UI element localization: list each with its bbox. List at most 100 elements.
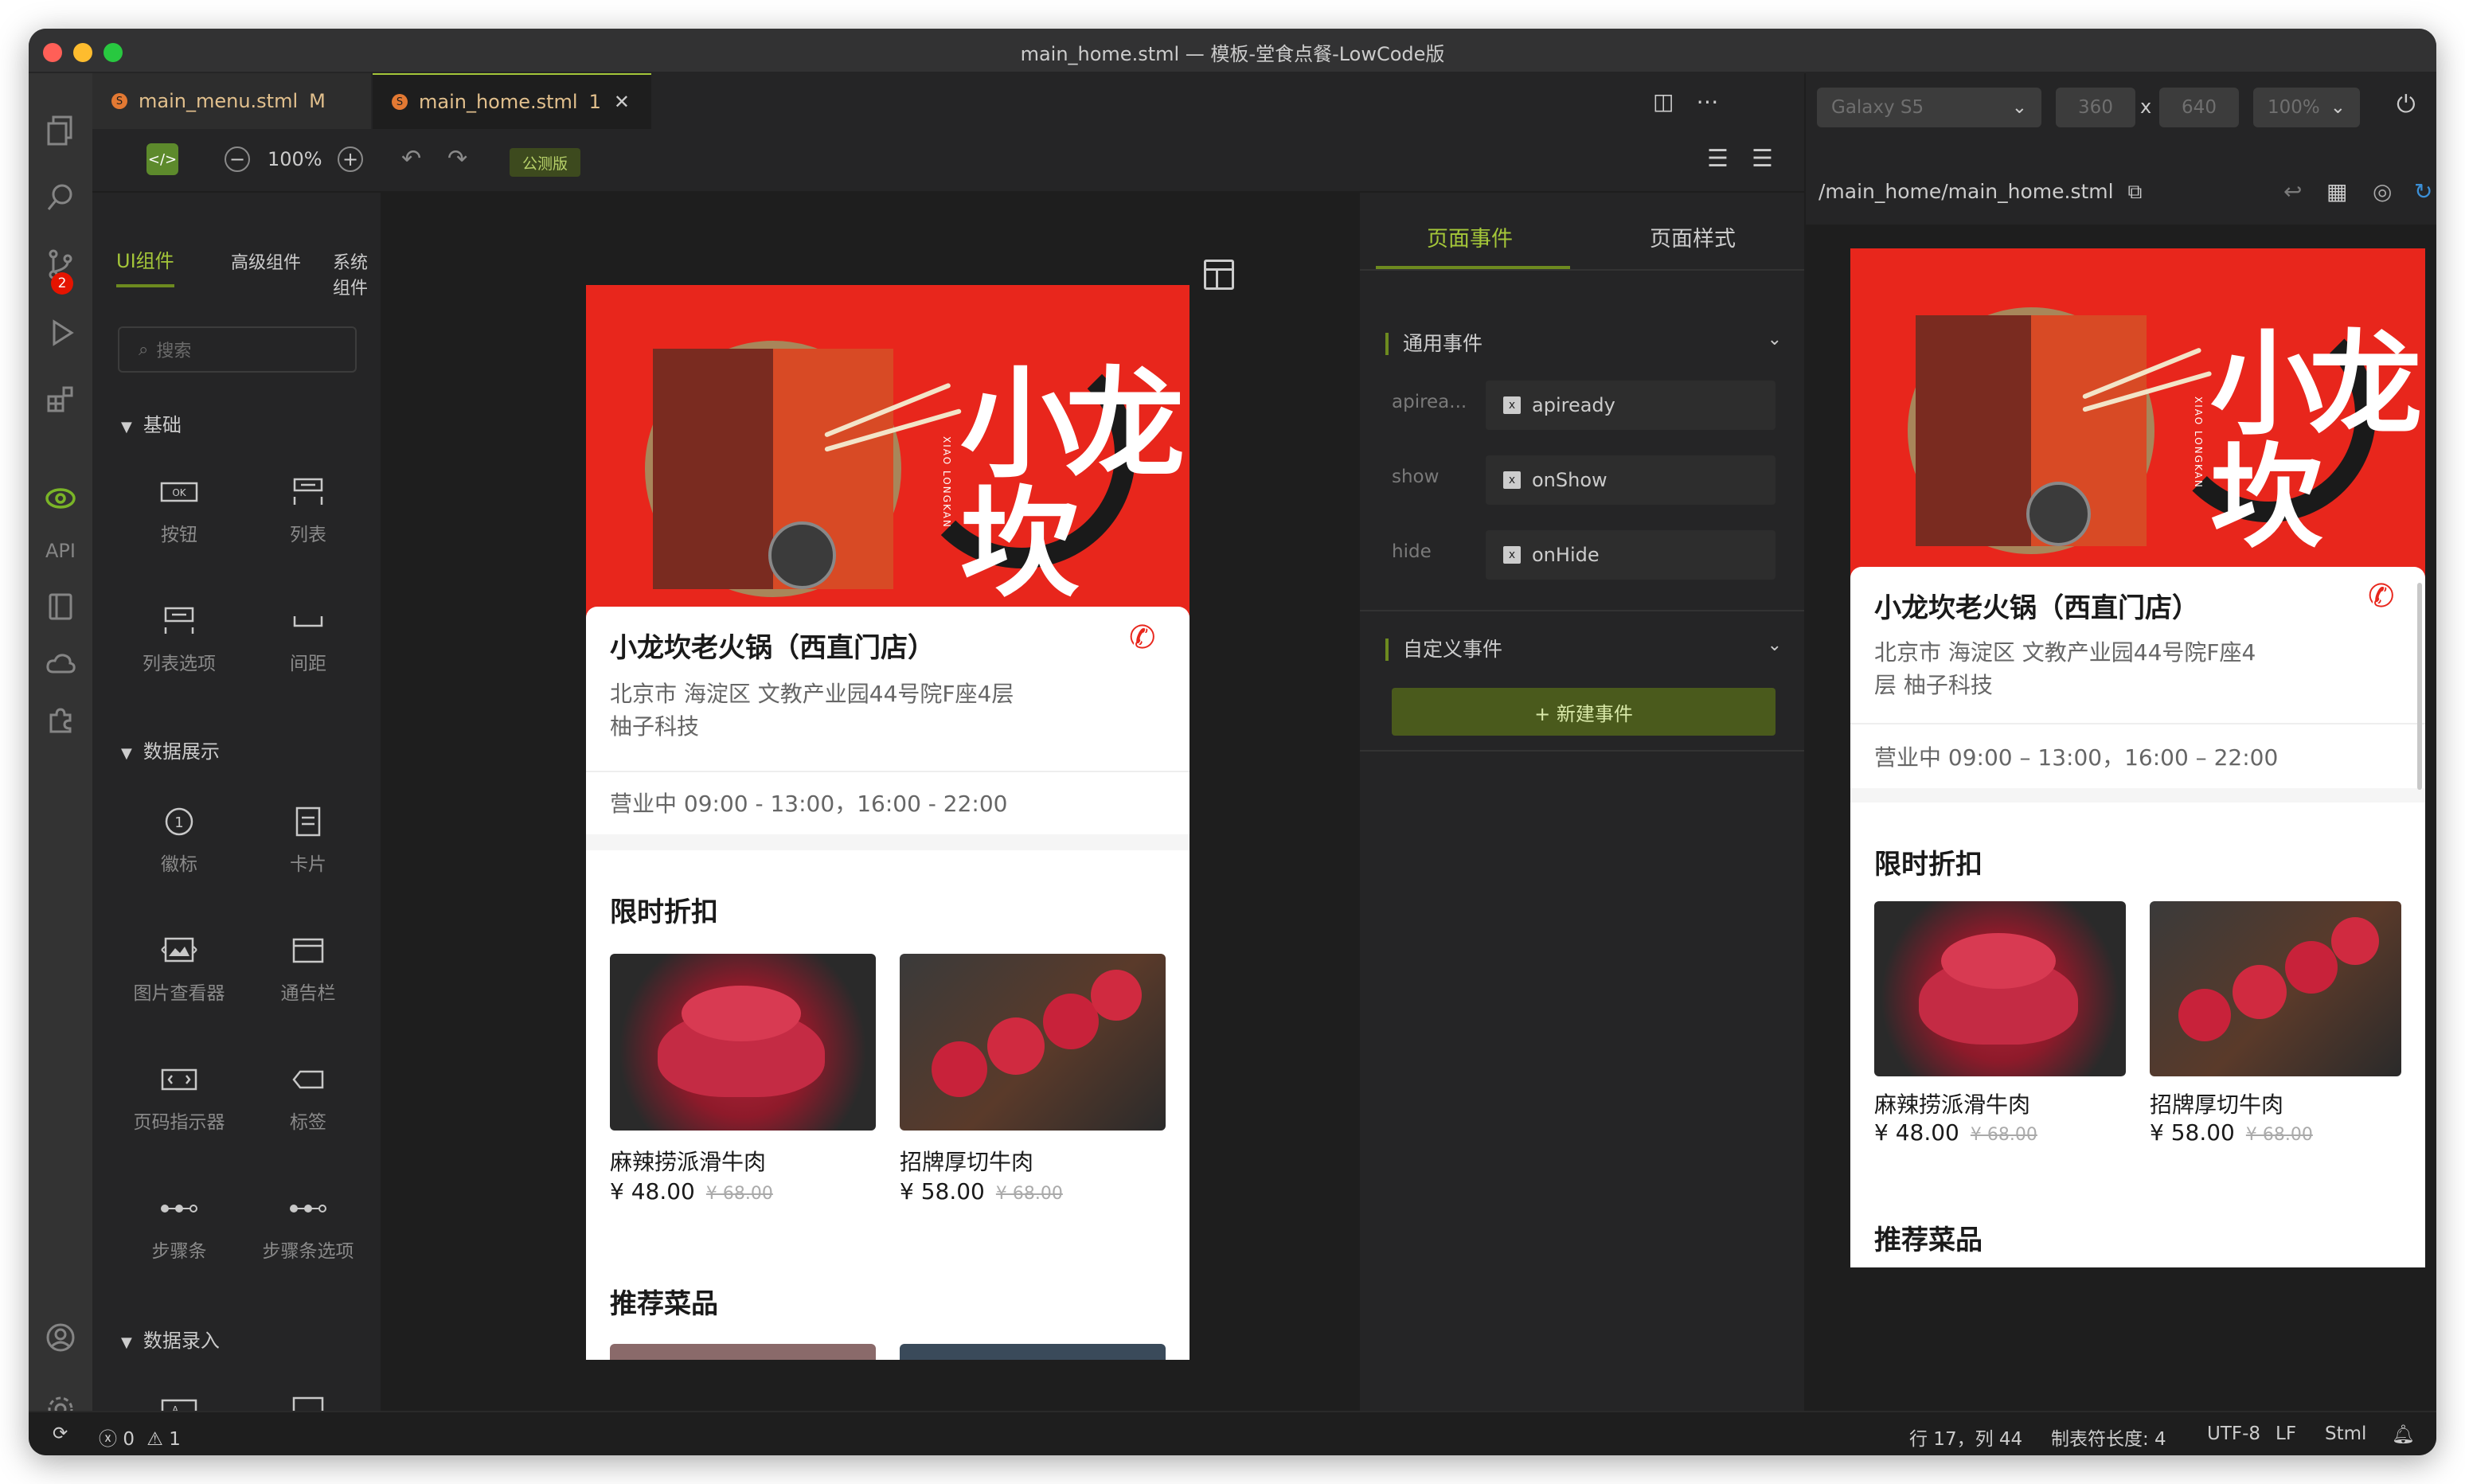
problems-indicator[interactable]: ⓧ 0 ⚠ 1 (99, 1423, 181, 1451)
component-spacer[interactable]: 间距 (248, 605, 368, 675)
component-card[interactable]: 卡片 (248, 806, 368, 876)
encoding[interactable]: UTF-8 (2207, 1423, 2260, 1444)
align-left-icon[interactable]: ☰ (1707, 145, 1729, 173)
shop-info-card[interactable]: 小龙坎老火锅（西直门店） ✆ 北京市 海淀区 文教产业园44号院F座4层 柚子科技… (586, 607, 1190, 834)
section-data-display[interactable]: ▼ 数据展示 (121, 736, 220, 763)
tab-label: main_menu.stml (139, 90, 299, 112)
redo-icon[interactable]: ↷ (447, 145, 467, 173)
dish-price: ¥ 58.00 ¥ 68.00 (900, 1178, 1063, 1205)
tab-size[interactable]: 制表符长度: 4 (2051, 1423, 2166, 1451)
target-icon[interactable]: ◎ (2373, 178, 2392, 205)
split-editor-icon[interactable]: ◫ (1653, 88, 1674, 115)
design-canvas[interactable]: 小龙坎 XIAO LONGKAN 小龙坎老火锅（西直门店） ✆ 北京市 海淀区 … (381, 193, 1358, 1411)
shop-banner: 小龙坎 XIAO LONGKAN (1850, 248, 2425, 583)
component-notice-bar[interactable]: 通告栏 (248, 935, 368, 1005)
event-value-apiready[interactable]: x apiready (1486, 381, 1776, 430)
more-actions-icon[interactable]: ⋯ (1696, 88, 1718, 115)
phone-call-icon[interactable]: ✆ (2368, 578, 2395, 615)
brand-romanized: XIAO LONGKAN (941, 436, 952, 529)
section-data-input[interactable]: ▼ 数据录入 (121, 1325, 220, 1353)
cloud-icon[interactable] (45, 648, 76, 680)
tab-main-home[interactable]: S main_home.stml 1 ✕ (373, 73, 651, 129)
undo-icon[interactable]: ↶ (401, 145, 421, 173)
qr-code-icon[interactable]: ▦ (2326, 178, 2347, 205)
close-tab-icon[interactable]: ✕ (614, 91, 630, 113)
extensions-icon[interactable] (45, 384, 76, 416)
zoom-out-button[interactable]: − (225, 146, 250, 172)
editor-toolbar: </> − 100% + ↶ ↷ 公测版 ☰ ☰ (92, 129, 1804, 193)
dish-name: 麻辣捞派滑牛肉 (1874, 1092, 2031, 1118)
custom-events-header[interactable]: 自定义事件 (1385, 639, 1502, 661)
component-steps[interactable]: 步骤条 (119, 1193, 239, 1263)
dish-price: ¥ 48.00 ¥ 68.00 (1874, 1119, 2037, 1146)
svg-text:OK: OK (172, 487, 186, 498)
api-label[interactable]: API (29, 540, 92, 562)
tab-page-styles[interactable]: 页面样式 (1650, 221, 1736, 252)
component-list[interactable]: 列表 (248, 476, 368, 546)
phone-call-icon[interactable]: ✆ (1129, 619, 1156, 656)
code-view-icon[interactable]: </> (146, 143, 178, 175)
tab-main-menu[interactable]: S main_menu.stml M (92, 73, 371, 129)
device-select[interactable]: Galaxy S5 ⌄ (1817, 88, 2041, 127)
status-bar: ⟳ ⓧ 0 ⚠ 1 行 17，列 44 制表符长度: 4 UTF-8 LF St… (29, 1411, 2436, 1455)
component-tag[interactable]: 标签 (248, 1064, 368, 1134)
component-input[interactable]: A (119, 1393, 239, 1420)
plugin-icon[interactable] (45, 704, 76, 736)
preview-eye-icon[interactable] (45, 482, 76, 514)
notifications-bell-icon[interactable]: 🔔︎ (2392, 1423, 2415, 1445)
tab-advanced-components[interactable]: 高级组件 (231, 248, 301, 285)
general-events-header[interactable]: 通用事件 (1385, 333, 1483, 355)
tab-page-events[interactable]: 页面事件 (1427, 221, 1513, 252)
tab-system-components[interactable]: 系统组件 (333, 248, 381, 310)
phone-design-view[interactable]: 小龙坎 XIAO LONGKAN 小龙坎老火锅（西直门店） ✆ 北京市 海淀区 … (586, 285, 1190, 1360)
dish-image-thick-beef[interactable] (900, 954, 1166, 1131)
component-step-item[interactable]: 步骤条选项 (248, 1193, 368, 1263)
component-button[interactable]: OK 按钮 (119, 476, 239, 546)
shop-address: 北京市 海淀区 文教产业园44号院F座4层 柚子科技 (610, 681, 1014, 740)
explorer-icon[interactable] (45, 115, 76, 146)
component-list-item[interactable]: 列表选项 (119, 605, 239, 675)
align-right-icon[interactable]: ☰ (1752, 145, 1773, 173)
dish-image-thick-beef[interactable] (2150, 901, 2401, 1076)
chevron-down-icon[interactable]: ⌄ (1768, 635, 1782, 655)
preview-zoom-select[interactable]: 100% ⌄ (2253, 88, 2360, 127)
cursor-position[interactable]: 行 17，列 44 (1909, 1423, 2022, 1451)
width-input[interactable]: 360 (2056, 88, 2135, 127)
ide-window: main_home.stml — 模板-堂食点餐-LowCode版 2 API (29, 29, 2436, 1455)
zoom-in-button[interactable]: + (338, 146, 363, 172)
account-icon[interactable] (45, 1322, 76, 1353)
zoom-level: 100% (268, 148, 322, 170)
function-icon: x (1503, 546, 1521, 564)
component-badge[interactable]: 1 徽标 (119, 806, 239, 876)
preview-scrollbar[interactable] (2417, 583, 2422, 790)
new-event-button[interactable]: + 新建事件 (1392, 688, 1776, 736)
event-value-onhide[interactable]: x onHide (1486, 530, 1776, 580)
dish-image-beef-slices[interactable] (610, 954, 876, 1131)
tag-icon (288, 1064, 328, 1095)
layout-icon[interactable] (1204, 260, 1234, 290)
divider (586, 771, 1190, 772)
sync-icon[interactable]: ⟳ (53, 1423, 68, 1444)
phone-preview[interactable]: 小龙坎 XIAO LONGKAN 小龙坎老火锅（西直门店） ✆ 北京市 海淀区 … (1850, 248, 2425, 1267)
component-search-input[interactable]: ⌕ 搜索 (118, 326, 357, 373)
tab-status: 1 (588, 91, 601, 113)
docs-icon[interactable] (45, 591, 76, 623)
search-icon[interactable] (45, 182, 76, 213)
shop-banner[interactable]: 小龙坎 XIAO LONGKAN (586, 285, 1190, 619)
preview-file-path: /main_home/main_home.stml ⧉ (1818, 180, 2143, 203)
back-icon[interactable]: ↩ (2283, 178, 2302, 205)
line-ending[interactable]: LF (2276, 1423, 2296, 1444)
power-icon[interactable]: ⏻ (2397, 91, 2416, 119)
dish-image-beef-slices[interactable] (1874, 901, 2126, 1076)
height-input[interactable]: 640 (2159, 88, 2239, 127)
event-value-onshow[interactable]: x onShow (1486, 455, 1776, 505)
run-debug-icon[interactable] (45, 317, 76, 349)
chevron-down-icon[interactable]: ⌄ (1768, 330, 1782, 350)
section-basic[interactable]: ▼ 基础 (121, 409, 182, 437)
component-sidebar: UI组件 高级组件 系统组件 ⌕ 搜索 ▼ 基础 OK 按钮 列表 列表选项 间距… (92, 193, 381, 1422)
component-pager[interactable]: 页码指示器 (119, 1064, 239, 1134)
component-image-viewer[interactable]: 图片查看器 (119, 935, 239, 1005)
refresh-icon[interactable]: ↻ (2414, 178, 2432, 205)
language-mode[interactable]: Stml (2325, 1423, 2366, 1444)
tab-ui-components[interactable]: UI组件 (116, 245, 174, 287)
